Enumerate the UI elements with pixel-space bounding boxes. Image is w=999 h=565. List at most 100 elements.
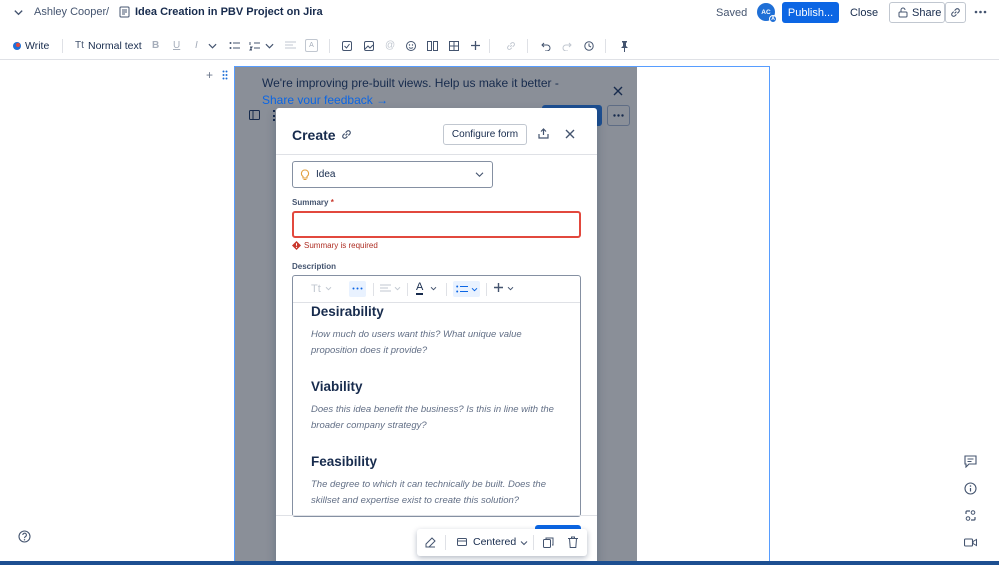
bulb-icon [300, 168, 310, 180]
chevron-down-icon [471, 287, 478, 292]
create-modal: Create Configure form Idea Summary * Sum… [276, 108, 597, 565]
editor-toolbar [0, 32, 999, 60]
pin-icon[interactable] [620, 41, 629, 52]
help-icon[interactable] [18, 530, 31, 543]
banner-close-icon[interactable] [613, 86, 623, 96]
share-button[interactable]: Share [889, 2, 945, 23]
required-mark: * [330, 198, 334, 207]
link-icon[interactable] [341, 129, 352, 140]
publish-button[interactable]: Publish... [782, 2, 839, 23]
bullet-list-icon [456, 285, 468, 293]
chevron-down-icon [475, 172, 484, 178]
top-bar: Ashley Cooper / Idea Creation in PBV Pro… [0, 0, 999, 25]
toolbar-divider [489, 39, 490, 53]
more-icon [613, 114, 624, 117]
close-button[interactable]: Close [847, 2, 881, 23]
loop-icon[interactable] [964, 509, 978, 523]
summary-label: Summary * [292, 198, 334, 207]
section-body: Does this idea benefit the business? Is … [311, 404, 554, 431]
avatar-badge-icon: A [769, 15, 777, 23]
insert-plus-icon[interactable] [493, 282, 504, 293]
section-heading: Desirability [311, 304, 384, 319]
redo-icon[interactable] [562, 41, 572, 51]
undo-icon[interactable] [541, 41, 551, 51]
italic-icon[interactable]: I [195, 40, 198, 51]
edit-icon[interactable] [425, 537, 436, 548]
chevron-down-icon[interactable] [507, 286, 514, 291]
modal-footer-divider [276, 515, 597, 516]
mention-icon[interactable]: @ [385, 40, 395, 51]
text-color-icon[interactable]: A [416, 281, 424, 295]
share-icon[interactable] [538, 128, 549, 139]
layout-icon [457, 537, 467, 547]
list-chevron-icon[interactable] [265, 42, 274, 50]
more-icon[interactable] [974, 6, 987, 18]
emoji-icon[interactable] [406, 41, 416, 51]
dimmed-more-button [607, 105, 630, 126]
drag-handle-icon[interactable] [222, 70, 228, 80]
columns-icon[interactable] [427, 41, 438, 51]
breadcrumb-user[interactable]: Ashley Cooper [34, 6, 106, 18]
bottom-edge [0, 561, 999, 565]
link-icon[interactable] [506, 41, 516, 51]
pen-icon [12, 41, 22, 51]
add-block-plus-icon[interactable]: + [206, 68, 213, 82]
text-style-icon[interactable]: Tt [311, 283, 321, 295]
history-icon[interactable] [584, 41, 594, 51]
text-style-dropdown[interactable]: Normal text [88, 40, 142, 52]
issue-type-select[interactable]: Idea [292, 161, 493, 188]
video-icon[interactable] [964, 536, 978, 550]
bold-icon[interactable]: B [152, 40, 159, 51]
chevron-down-icon[interactable] [325, 286, 332, 291]
page-title[interactable]: Idea Creation in PBV Project on Jira [135, 6, 323, 18]
description-label: Description [292, 262, 337, 271]
description-editor[interactable]: Tt A Desirability How much do users want… [292, 275, 581, 517]
close-icon[interactable] [565, 129, 575, 139]
copy-link-button[interactable] [945, 2, 966, 23]
summary-input[interactable] [292, 211, 581, 238]
toolbar-divider [329, 39, 330, 53]
toolbar-divider [407, 283, 408, 296]
insert-plus-icon[interactable] [470, 40, 481, 51]
more-formatting-button[interactable] [349, 281, 366, 297]
toolbar-divider [62, 39, 63, 53]
checkbox-icon[interactable] [342, 41, 352, 51]
chevron-down-icon[interactable] [394, 286, 401, 291]
bullet-list-icon[interactable] [229, 41, 240, 51]
sidebar-icon[interactable] [249, 110, 260, 120]
more-icon [352, 287, 363, 290]
modal-title: Create [292, 127, 336, 143]
table-icon[interactable] [449, 41, 459, 51]
list-button[interactable] [453, 281, 480, 297]
copy-icon[interactable] [543, 537, 554, 548]
toolbar-divider [527, 39, 528, 53]
comment-icon[interactable] [964, 455, 978, 469]
configure-form-button[interactable]: Configure form [443, 124, 527, 145]
feedback-banner-text: We're improving pre-built views. Help us… [262, 76, 559, 90]
collapse-chevron-icon[interactable] [13, 7, 24, 18]
avatar-initials: AC [761, 8, 771, 16]
toolbar-divider [446, 283, 447, 296]
text-style-icon: Tt [75, 40, 84, 51]
section-body: The degree to which it can technically b… [311, 479, 546, 506]
more-formatting-chevron-icon[interactable] [208, 42, 217, 50]
align-icon[interactable] [285, 41, 296, 51]
modal-header-divider [276, 154, 597, 155]
numbered-list-icon[interactable] [249, 41, 260, 51]
text-color-icon[interactable]: A [305, 39, 318, 52]
chevron-down-icon[interactable] [520, 540, 528, 546]
image-icon[interactable] [364, 41, 374, 51]
layout-dropdown[interactable]: Centered [473, 536, 516, 548]
info-icon[interactable] [964, 482, 978, 496]
underline-icon[interactable]: U [173, 40, 180, 51]
write-mode-button[interactable]: Write [25, 40, 49, 52]
trash-icon[interactable] [568, 536, 578, 548]
chevron-down-icon[interactable] [430, 286, 437, 291]
avatar[interactable]: AC A [757, 3, 777, 23]
align-icon[interactable] [380, 284, 391, 294]
issue-type-value: Idea [316, 169, 336, 180]
feedback-link[interactable]: Share your feedback → [262, 93, 388, 104]
summary-error: Summary is required [304, 241, 378, 250]
description-toolbar: Tt A [293, 276, 580, 303]
embed-layout-toolbar: Centered [417, 529, 587, 556]
